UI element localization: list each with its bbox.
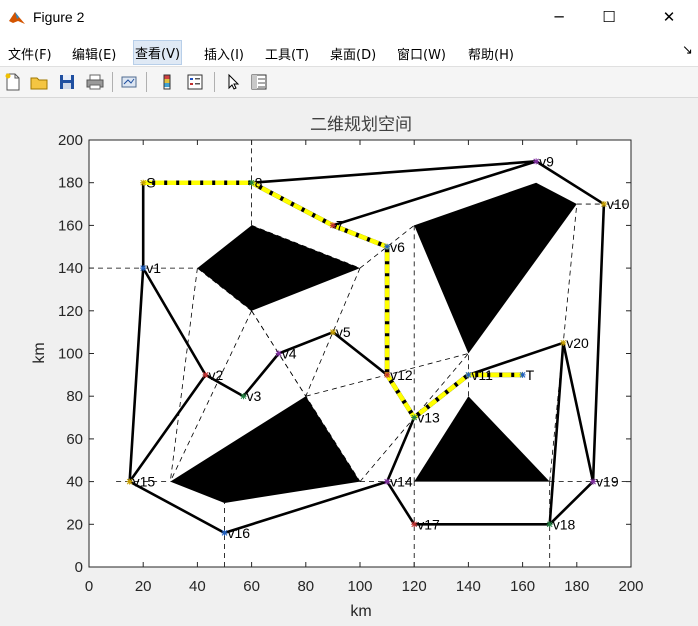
vertex-label: v14 <box>390 474 413 490</box>
y-axis-label: km <box>31 342 48 363</box>
menu-view[interactable]: 查看(V) <box>133 40 183 65</box>
vertex-label: v18 <box>553 516 576 532</box>
y-tick-label: 40 <box>66 474 83 491</box>
minimize-icon: ─ <box>554 8 564 26</box>
menu-window[interactable]: 窗口(W) <box>395 42 448 65</box>
save-icon[interactable] <box>56 71 78 93</box>
y-tick-label: 160 <box>58 217 83 234</box>
x-tick-label: 0 <box>85 578 93 595</box>
vertex-label: v3 <box>246 388 261 404</box>
vertex-label: v4 <box>282 346 297 362</box>
vertex-label: v12 <box>390 367 413 383</box>
matlab-icon <box>8 9 26 27</box>
legend-icon[interactable] <box>184 71 206 93</box>
menu-bar: 文件(F) 编辑(E) 查看(V) 插入(I) 工具(T) 桌面(D) 窗口(W… <box>0 36 698 67</box>
title-bar: Figure 2 ─ ☐ ✕ <box>0 0 698 36</box>
property-inspector-icon[interactable] <box>248 71 270 93</box>
x-axis-label: km <box>350 603 371 620</box>
dock-icon[interactable]: ↘ <box>680 41 695 60</box>
menu-desktop[interactable]: 桌面(D) <box>328 42 378 65</box>
x-tick-label: 200 <box>618 578 643 595</box>
y-tick-label: 140 <box>58 260 83 277</box>
vertex-label: v17 <box>417 516 440 532</box>
x-tick-label: 180 <box>564 578 589 595</box>
route-plot[interactable]: Sv1 v2 v3 v4 v5 v6 7 8 v9 v10 v11 v12 v13 v14 v15 v16 v1… <box>0 98 698 626</box>
x-tick-label: 40 <box>189 578 206 595</box>
close-icon: ✕ <box>662 8 676 26</box>
vertex-label: 7 <box>336 217 344 233</box>
y-tick-label: 80 <box>66 388 83 405</box>
vertex-label: v13 <box>417 410 440 426</box>
new-figure-icon[interactable] <box>2 71 24 93</box>
pointer-icon[interactable] <box>222 71 244 93</box>
x-tick-label: 120 <box>402 578 427 595</box>
menu-file[interactable]: 文件(F) <box>6 42 54 65</box>
x-tick-label: 20 <box>135 578 152 595</box>
colorbar-icon[interactable] <box>156 71 178 93</box>
toolbar <box>0 67 698 98</box>
vertex-label: T <box>526 367 535 383</box>
vertex-label: v1 <box>146 260 161 276</box>
vertex-label: S <box>146 175 155 191</box>
vertex-label: 8 <box>255 175 263 191</box>
x-tick-label: 160 <box>510 578 535 595</box>
x-tick-label: 60 <box>243 578 260 595</box>
toolbar-separator <box>146 72 147 92</box>
vertex-label: v5 <box>336 324 351 340</box>
maximize-button[interactable]: ☐ <box>586 0 632 34</box>
y-tick-label: 0 <box>75 559 83 576</box>
vertex-label: v11 <box>471 367 493 383</box>
vertex-label: v10 <box>607 196 630 212</box>
minimize-button[interactable]: ─ <box>536 0 582 34</box>
print-icon[interactable] <box>84 71 106 93</box>
x-tick-label: 80 <box>297 578 314 595</box>
x-tick-label: 100 <box>347 578 372 595</box>
open-file-icon[interactable] <box>28 71 50 93</box>
window-title: Figure 2 <box>33 9 85 25</box>
y-tick-label: 60 <box>66 431 83 448</box>
vertex-label: v20 <box>566 335 589 351</box>
link-plot-icon[interactable] <box>118 71 140 93</box>
menu-tools[interactable]: 工具(T) <box>263 42 311 65</box>
vertex-label: v9 <box>539 153 554 169</box>
x-tick-label: 140 <box>456 578 481 595</box>
menu-insert[interactable]: 插入(I) <box>202 42 246 65</box>
y-tick-label: 200 <box>58 132 83 149</box>
vertex-label: v16 <box>228 525 251 541</box>
close-button[interactable]: ✕ <box>646 0 692 34</box>
y-tick-label: 100 <box>58 346 83 363</box>
vertex-label: v2 <box>209 367 224 383</box>
y-tick-label: 180 <box>58 175 83 192</box>
menu-edit[interactable]: 编辑(E) <box>70 42 118 65</box>
y-tick-label: 20 <box>66 516 83 533</box>
toolbar-separator <box>214 72 215 92</box>
maximize-icon: ☐ <box>602 8 616 26</box>
menu-help[interactable]: 帮助(H) <box>466 42 516 65</box>
chart-title: 二维规划空间 <box>310 115 412 135</box>
toolbar-separator <box>112 72 113 92</box>
vertex-label: v19 <box>596 474 619 490</box>
vertex-label: v6 <box>390 239 405 255</box>
vertex-label: v15 <box>133 474 156 490</box>
y-tick-label: 120 <box>58 303 83 320</box>
